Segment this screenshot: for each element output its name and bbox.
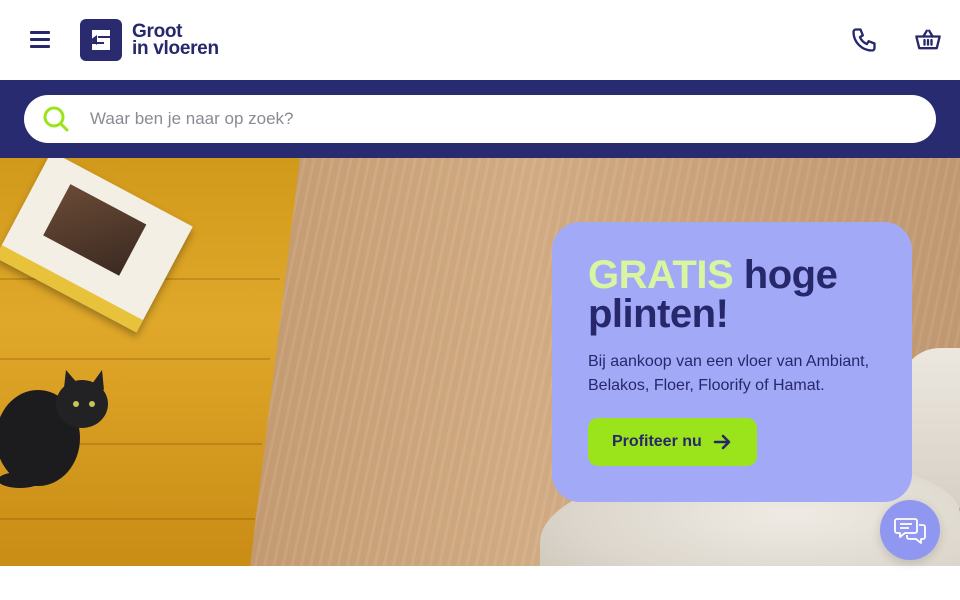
search-band	[0, 80, 960, 158]
search-icon[interactable]	[42, 105, 70, 133]
phone-button[interactable]	[850, 26, 878, 54]
promo-body: Bij aankoop van een vloer van Ambiant, B…	[588, 353, 870, 394]
hamburger-icon-bar	[30, 45, 50, 48]
promo-title: GRATIS hoge plinten!	[588, 253, 888, 336]
hamburger-icon-bar	[30, 31, 50, 34]
promo-title-word: plinten!	[588, 292, 729, 336]
search-input[interactable]	[90, 95, 910, 143]
logo-mark-icon	[80, 19, 122, 61]
chat-bubbles-icon	[894, 518, 926, 544]
logo-line-2: in vloeren	[132, 38, 219, 59]
phone-icon	[852, 28, 876, 52]
search-box[interactable]	[24, 95, 936, 143]
cart-button[interactable]	[914, 26, 942, 54]
site-logo[interactable]: Groot in vloeren	[80, 19, 219, 61]
chat-button[interactable]	[880, 500, 940, 560]
promo-title-word: hoge	[743, 253, 838, 297]
logo-text: Groot in vloeren	[132, 22, 219, 59]
site-header: Groot in vloeren	[0, 0, 960, 80]
basket-icon	[915, 29, 941, 50]
menu-button[interactable]	[28, 28, 52, 52]
profiteer-nu-button[interactable]: Profiteer nu	[588, 418, 757, 466]
promo-title-highlight: GRATIS	[588, 253, 734, 297]
hamburger-icon-bar	[30, 38, 50, 41]
hero-cat-image	[0, 370, 108, 488]
arrow-right-icon	[713, 434, 731, 450]
promo-card: GRATIS hoge plinten! Bij aankoop van een…	[552, 222, 912, 502]
cta-label: Profiteer nu	[612, 433, 702, 450]
